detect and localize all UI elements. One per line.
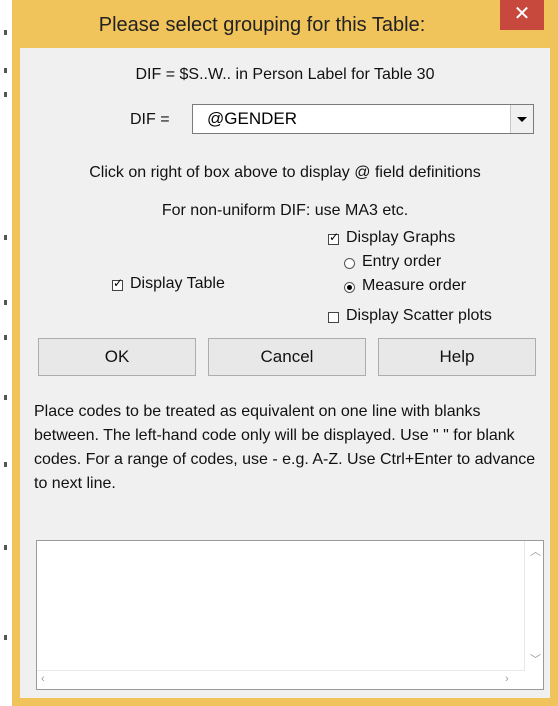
dialog-window: Please select grouping for this Table: ✕… — [12, 0, 558, 706]
scroll-down-icon[interactable]: ﹀ — [530, 651, 541, 667]
background-edge — [0, 0, 12, 706]
background-mark — [4, 462, 7, 467]
vertical-scrollbar[interactable]: ︿ ﹀ — [524, 541, 543, 671]
dif-description: DIF = $S..W.. in Person Label for Table … — [135, 66, 435, 83]
dialog-title: Please select grouping for this Table: — [98, 14, 426, 36]
display-scatter-checkbox[interactable] — [328, 312, 339, 323]
horizontal-scrollbar[interactable]: ‹ › — [37, 670, 525, 689]
background-mark — [4, 335, 7, 340]
nonuniform-hint: For non-uniform DIF: use MA3 etc. — [161, 202, 409, 219]
background-mark — [4, 68, 7, 73]
dif-combobox[interactable]: @GENDER — [192, 104, 534, 134]
display-table-label: Display Table — [130, 275, 225, 292]
scroll-up-icon[interactable]: ︿ — [530, 543, 541, 559]
dif-label: DIF = — [130, 111, 170, 128]
dialog-body: DIF = $S..W.. in Person Label for Table … — [20, 48, 550, 698]
background-mark — [4, 92, 7, 97]
measure-order-radio[interactable] — [344, 282, 355, 293]
dif-value: @GENDER — [207, 109, 297, 128]
help-button[interactable]: Help — [378, 338, 536, 376]
display-graphs-checkbox[interactable] — [328, 230, 339, 245]
dropdown-arrow-icon[interactable] — [510, 105, 533, 133]
instructions-text: Place codes to be treated as equivalent … — [34, 403, 536, 492]
background-mark — [4, 235, 7, 240]
scroll-right-icon[interactable]: › — [505, 673, 509, 685]
display-graphs-label: Display Graphs — [346, 229, 456, 246]
measure-order-label: Measure order — [362, 277, 467, 294]
entry-order-radio[interactable] — [344, 258, 355, 269]
codes-textarea[interactable]: ︿ ﹀ ‹ › — [36, 540, 544, 690]
scroll-left-icon[interactable]: ‹ — [41, 673, 45, 685]
ok-button[interactable]: OK — [38, 338, 196, 376]
background-mark — [4, 30, 7, 35]
background-mark — [4, 545, 7, 550]
entry-order-label: Entry order — [362, 253, 442, 270]
click-hint: Click on right of box above to display @… — [89, 164, 481, 181]
cancel-button[interactable]: Cancel — [208, 338, 366, 376]
display-scatter-label: Display Scatter plots — [346, 307, 492, 324]
close-icon: ✕ — [513, 3, 531, 25]
background-mark — [4, 300, 7, 305]
close-button[interactable]: ✕ — [500, 0, 544, 30]
background-mark — [4, 395, 7, 400]
background-mark — [4, 635, 7, 640]
display-table-checkbox[interactable] — [112, 276, 123, 291]
